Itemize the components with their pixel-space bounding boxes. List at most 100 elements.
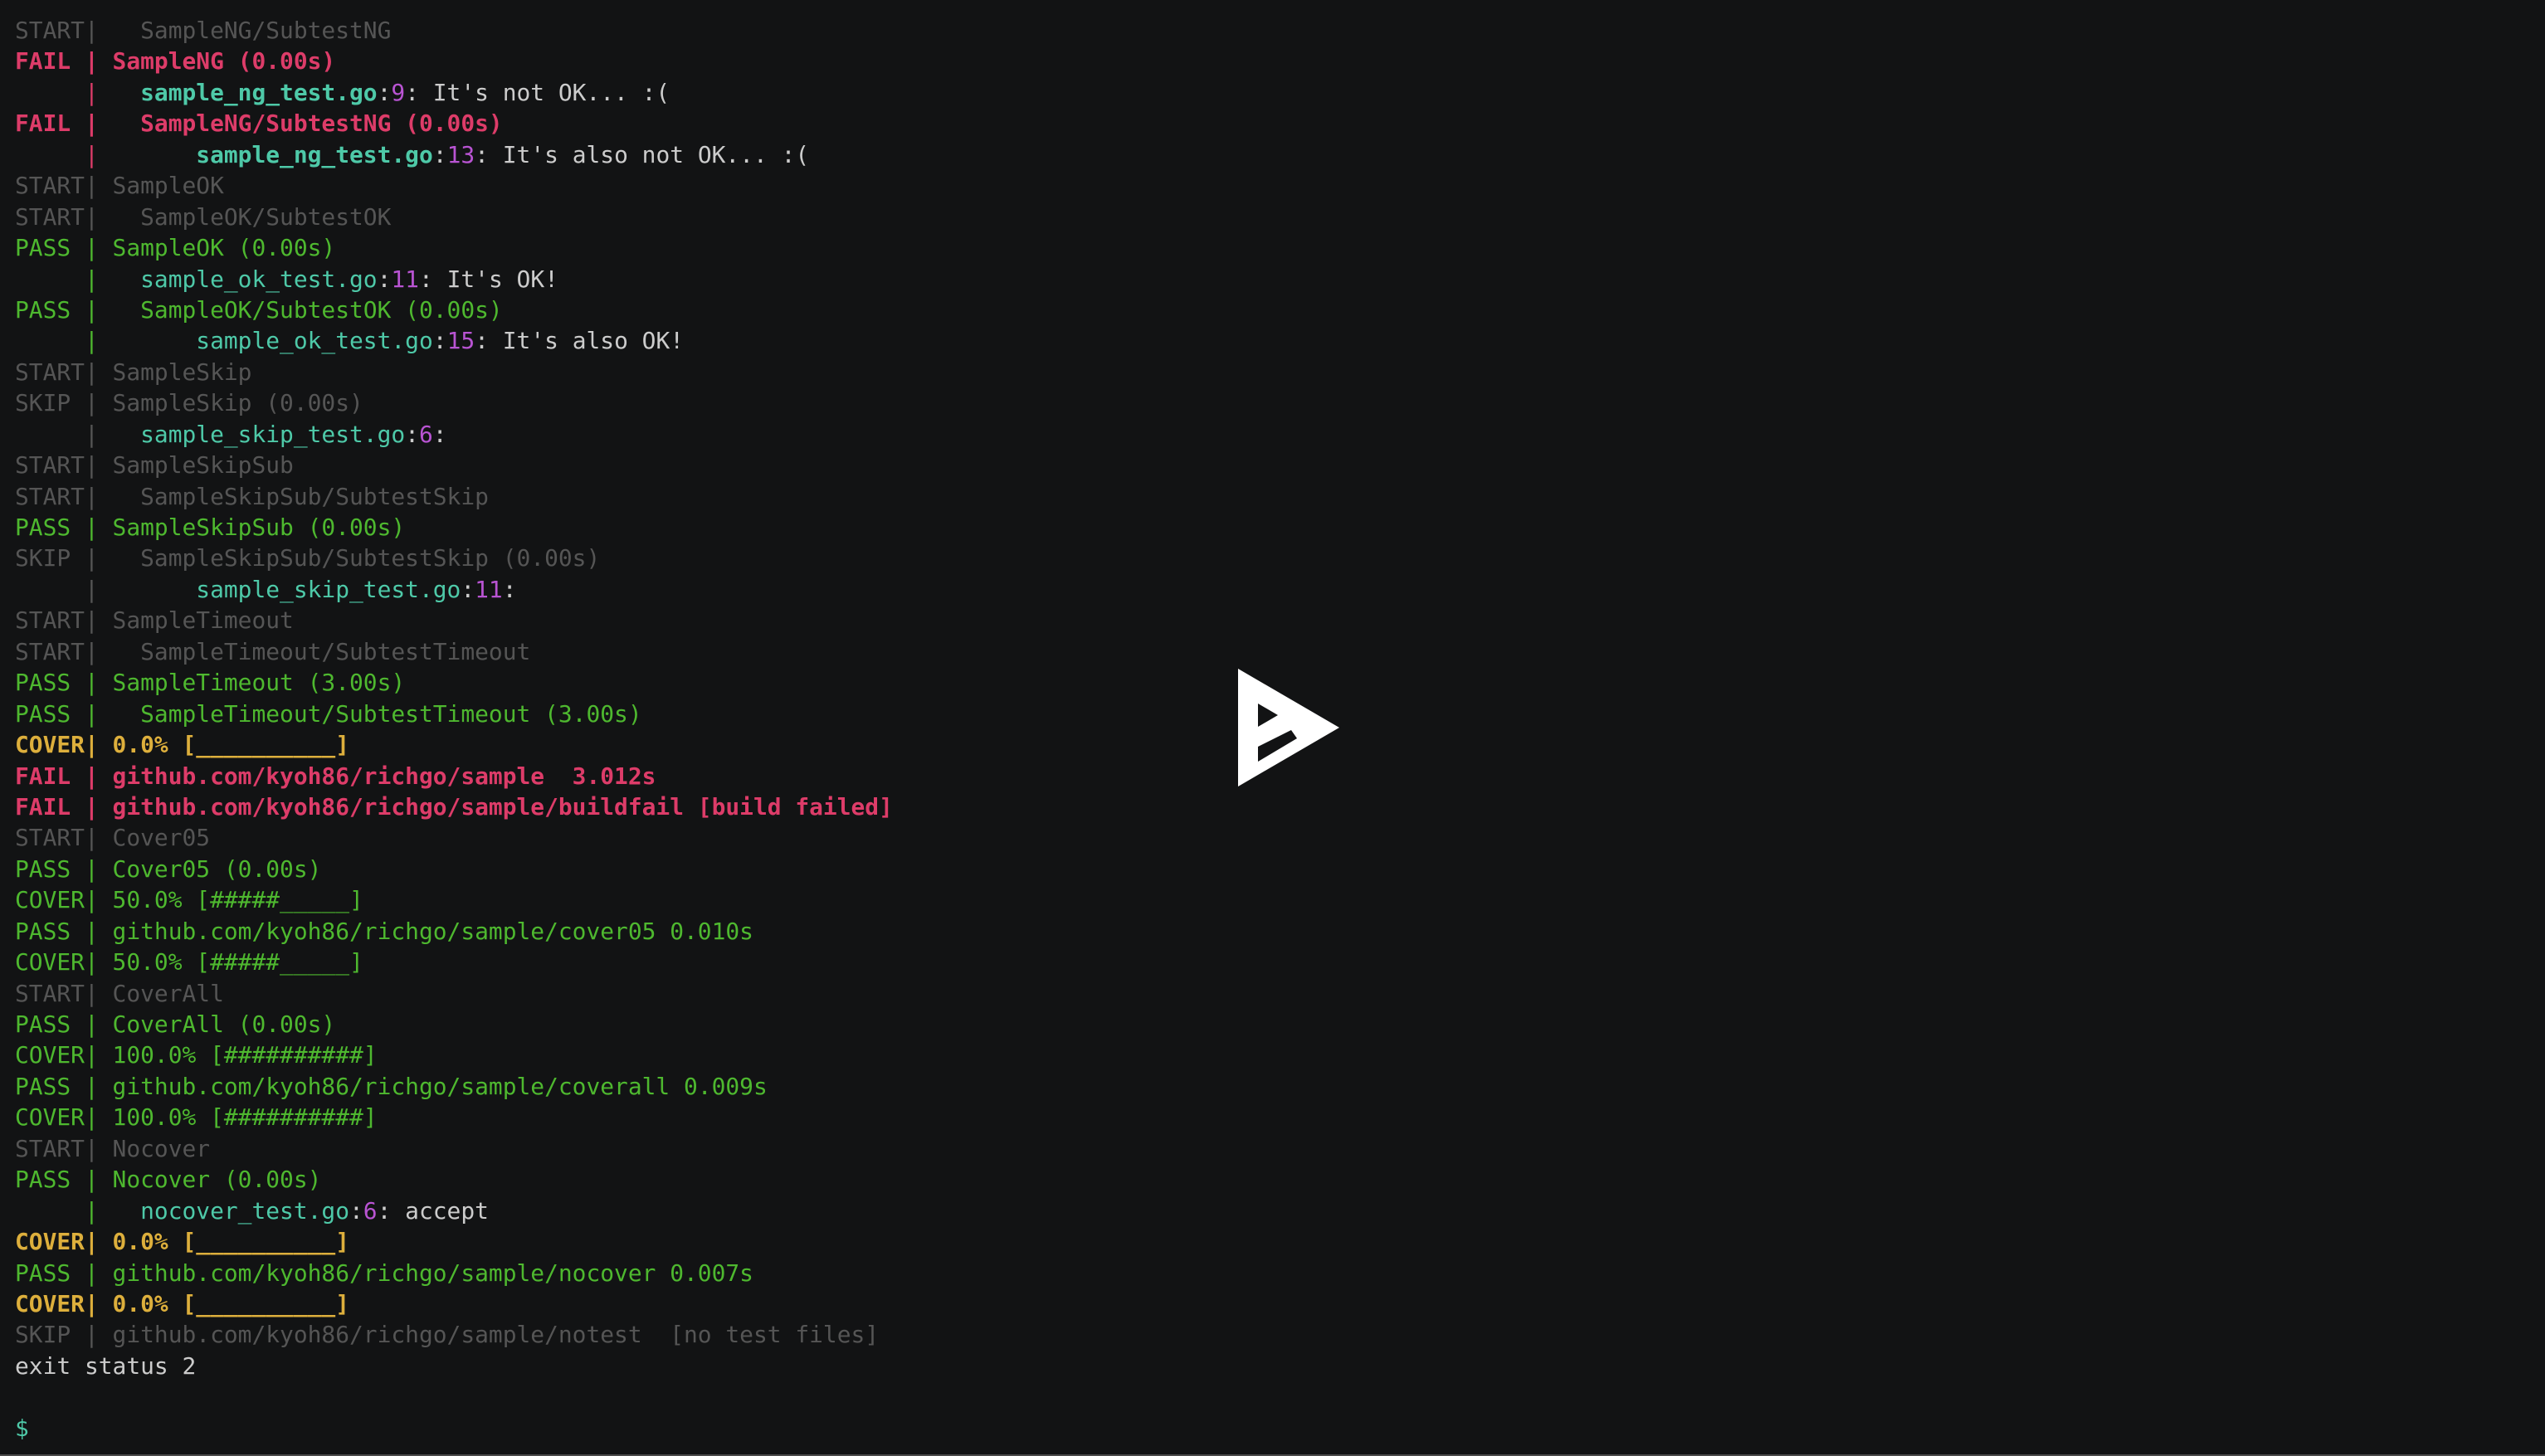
- text-segment: : It's also not OK... :(: [475, 140, 810, 168]
- text-segment: |: [15, 140, 197, 168]
- text-segment: COVER| 50.0% [#####_____]: [15, 886, 363, 914]
- terminal-line: START| Cover05: [15, 822, 893, 853]
- text-segment: |: [15, 265, 141, 293]
- terminal-line: PASS | CoverAll (0.00s): [15, 1009, 893, 1040]
- text-segment: PASS | Nocover (0.00s): [15, 1166, 322, 1194]
- text-segment: FAIL | github.com/kyoh86/richgo/sample 3…: [15, 762, 656, 790]
- terminal-line: SKIP | SampleSkip (0.00s): [15, 387, 893, 418]
- play-button[interactable]: [1238, 669, 1339, 786]
- terminal-line: START| SampleSkipSub: [15, 450, 893, 480]
- terminal-line: FAIL | SampleNG (0.00s): [15, 46, 893, 76]
- line-number: 9: [391, 78, 406, 106]
- text-segment: PASS | github.com/kyoh86/richgo/sample/c…: [15, 917, 753, 945]
- text-segment: |: [15, 78, 141, 106]
- terminal-line: PASS | SampleTimeout/SubtestTimeout (3.0…: [15, 699, 893, 729]
- terminal-line: COVER| 100.0% [##########]: [15, 1040, 893, 1070]
- text-segment: COVER| 100.0% [##########]: [15, 1103, 378, 1132]
- text-segment: FAIL | SampleNG (0.00s): [15, 47, 336, 75]
- text-segment: PASS | github.com/kyoh86/richgo/sample/c…: [15, 1072, 768, 1100]
- terminal-line: COVER| 100.0% [##########]: [15, 1102, 893, 1132]
- text-segment: START| SampleTimeout: [15, 606, 294, 635]
- line-number: 13: [446, 140, 475, 168]
- text-segment: FAIL | SampleNG/SubtestNG (0.00s): [15, 110, 503, 138]
- terminal-line: START| SampleSkip: [15, 357, 893, 387]
- text-segment: |: [15, 327, 197, 355]
- text-segment: |: [15, 1196, 141, 1225]
- filename: nocover_test.go: [140, 1196, 349, 1225]
- asciinema-player[interactable]: START| SampleNG/SubtestNG FAIL | SampleNG…: [0, 0, 2545, 1456]
- line-number: 11: [475, 575, 503, 603]
- text-segment: SKIP | SampleSkip (0.00s): [15, 389, 363, 417]
- text-segment: :: [349, 1196, 363, 1225]
- terminal-line: $: [15, 1413, 893, 1444]
- text-segment: :: [377, 78, 392, 106]
- text-segment: PASS | SampleTimeout (3.00s): [15, 669, 406, 697]
- text-segment: START| SampleSkip: [15, 358, 252, 386]
- text-segment: |: [15, 575, 197, 603]
- terminal-line: PASS | Cover05 (0.00s): [15, 854, 893, 884]
- terminal-line: PASS | github.com/kyoh86/richgo/sample/c…: [15, 916, 893, 947]
- text-segment: :: [461, 575, 475, 603]
- text-segment: COVER| 50.0% [#####_____]: [15, 948, 363, 976]
- terminal-line: COVER| 50.0% [#####_____]: [15, 884, 893, 915]
- terminal-line: FAIL | github.com/kyoh86/richgo/sample/b…: [15, 791, 893, 822]
- text-segment: START| CoverAll: [15, 979, 224, 1007]
- filename: sample_skip_test.go: [140, 420, 406, 448]
- terminal-line: PASS | SampleOK (0.00s): [15, 232, 893, 263]
- filename: sample_ok_test.go: [140, 265, 378, 293]
- text-segment: FAIL | github.com/kyoh86/richgo/sample/b…: [15, 792, 893, 821]
- terminal-line: COVER| 0.0% [__________]: [15, 1226, 893, 1257]
- text-segment: START| SampleNG/SubtestNG: [15, 17, 392, 44]
- terminal-line: | sample_ng_test.go:9: It's not OK... :(: [15, 77, 893, 108]
- line-number: 11: [391, 265, 419, 293]
- terminal-line: | nocover_test.go:6: accept: [15, 1195, 893, 1226]
- text-segment: PASS | SampleTimeout/SubtestTimeout (3.0…: [15, 699, 642, 728]
- text-segment: : It's not OK... :(: [405, 78, 670, 106]
- text-segment: PASS | SampleOK (0.00s): [15, 234, 336, 262]
- text-segment: START| SampleOK: [15, 172, 224, 200]
- terminal-line: START| SampleNG/SubtestNG: [15, 15, 893, 46]
- text-segment: COVER| 100.0% [##########]: [15, 1041, 378, 1069]
- terminal-line: PASS | SampleOK/SubtestOK (0.00s): [15, 295, 893, 325]
- filename: sample_ng_test.go: [140, 78, 378, 106]
- text-segment: :: [432, 420, 447, 448]
- terminal-line: | sample_skip_test.go:6:: [15, 419, 893, 450]
- text-segment: |: [15, 420, 141, 448]
- terminal-line: FAIL | github.com/kyoh86/richgo/sample 3…: [15, 761, 893, 791]
- terminal-line: PASS | Nocover (0.00s): [15, 1164, 893, 1195]
- text-segment: exit status 2: [15, 1351, 197, 1380]
- text-segment: START| SampleTimeout/SubtestTimeout: [15, 637, 531, 665]
- terminal-line: START| SampleTimeout/SubtestTimeout: [15, 636, 893, 667]
- text-segment: : It's also OK!: [475, 327, 685, 355]
- text-segment: PASS | Cover05 (0.00s): [15, 855, 322, 883]
- text-segment: START| SampleSkipSub: [15, 451, 294, 480]
- terminal-line: | sample_skip_test.go:11:: [15, 574, 893, 605]
- line-number: 15: [446, 327, 475, 355]
- terminal-line: COVER| 0.0% [__________]: [15, 729, 893, 760]
- text-segment: :: [377, 265, 392, 293]
- terminal-line: FAIL | SampleNG/SubtestNG (0.00s): [15, 108, 893, 139]
- terminal-line: START| Nocover: [15, 1133, 893, 1164]
- text-segment: : accept: [377, 1196, 489, 1225]
- terminal-line: START| CoverAll: [15, 978, 893, 1009]
- terminal-line: SKIP | github.com/kyoh86/richgo/sample/n…: [15, 1319, 893, 1350]
- line-number: 6: [363, 1196, 378, 1225]
- terminal-line: | sample_ok_test.go:11: It's OK!: [15, 264, 893, 295]
- terminal-line: | sample_ok_test.go:15: It's also OK!: [15, 325, 893, 356]
- text-segment: START| Cover05: [15, 824, 211, 852]
- text-segment: START| Nocover: [15, 1134, 211, 1162]
- text-segment: PASS | github.com/kyoh86/richgo/sample/n…: [15, 1259, 753, 1287]
- terminal-line: START| SampleOK/SubtestOK: [15, 202, 893, 232]
- text-segment: PASS | SampleOK/SubtestOK (0.00s): [15, 295, 503, 324]
- terminal-line: exit status 2: [15, 1351, 893, 1381]
- shell-prompt: $: [15, 1414, 29, 1442]
- text-segment: COVER| 0.0% [__________]: [15, 1289, 349, 1317]
- line-number: 6: [418, 420, 433, 448]
- text-segment: : It's OK!: [418, 265, 558, 293]
- filename: sample_skip_test.go: [196, 575, 461, 603]
- text-segment: START| SampleOK/SubtestOK: [15, 202, 392, 231]
- terminal-line: | sample_ng_test.go:13: It's also not OK…: [15, 139, 893, 170]
- text-segment: PASS | CoverAll (0.00s): [15, 1010, 336, 1038]
- terminal-line: START| SampleOK: [15, 170, 893, 201]
